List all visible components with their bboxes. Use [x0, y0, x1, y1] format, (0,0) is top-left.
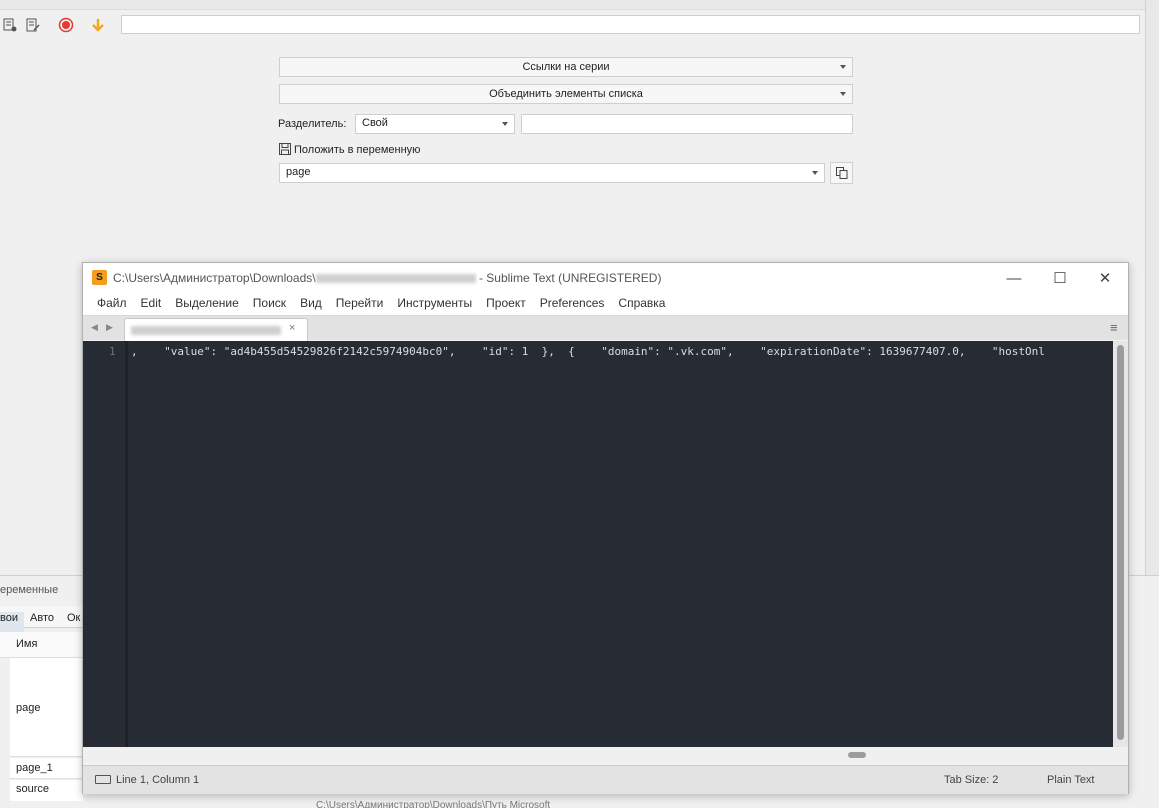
sublime-window: S C:\Users\Администратор\Downloads\ - Su…	[82, 262, 1129, 794]
row-name: page	[16, 702, 41, 714]
tab-auto[interactable]: Авто	[30, 612, 54, 624]
separator-custom-input[interactable]	[521, 114, 853, 134]
code-line: , "value": "ad4b455d54529826f2142c597490…	[131, 345, 1045, 358]
separator-label: Разделитель:	[278, 118, 347, 130]
line-gutter: 1	[83, 341, 128, 747]
tab-nav-right-icon[interactable]: ▶	[106, 322, 113, 333]
maximize-icon[interactable]: ☐	[1037, 263, 1083, 293]
tab-close-icon[interactable]: ×	[289, 322, 295, 334]
separator-select[interactable]: Свой	[355, 114, 515, 134]
tab-bar: ◀ ▶ × ≡	[83, 315, 1128, 341]
settings-list-icon[interactable]	[0, 15, 20, 35]
panel-title: еременные	[0, 584, 59, 596]
chevron-down-icon	[502, 122, 508, 126]
redacted-filename	[315, 274, 476, 284]
tab-mine[interactable]: вои	[0, 612, 24, 632]
file-tab[interactable]: ×	[124, 318, 308, 341]
record-icon[interactable]	[56, 15, 76, 35]
copy-icon	[835, 167, 847, 179]
panel-toggle-icon[interactable]	[95, 775, 111, 784]
tab-size[interactable]: Tab Size: 2	[944, 774, 998, 786]
menu-view[interactable]: Вид	[293, 293, 329, 315]
merge-list-dropdown[interactable]: Объединить элементы списка	[279, 84, 853, 104]
save-icon[interactable]	[279, 143, 292, 156]
edit-list-icon[interactable]	[23, 15, 43, 35]
download-arrow-icon[interactable]	[88, 15, 108, 35]
menu-edit[interactable]: Edit	[134, 293, 169, 315]
close-icon[interactable]: ✕	[1082, 263, 1128, 293]
menu-selection[interactable]: Выделение	[168, 293, 246, 315]
menu-find[interactable]: Поиск	[246, 293, 293, 315]
tab-menu-icon[interactable]: ≡	[1110, 320, 1118, 335]
right-side-panel	[1145, 0, 1159, 575]
chevron-down-icon	[840, 92, 846, 96]
sublime-logo-icon: S	[92, 270, 107, 285]
redacted-tab-label	[131, 326, 281, 335]
row-name: page_1	[16, 762, 53, 774]
menu-help[interactable]: Справка	[611, 293, 672, 315]
title-bar: S C:\Users\Администратор\Downloads\ - Su…	[83, 263, 1128, 293]
table-header	[0, 632, 83, 658]
title-path: C:\Users\Администратор\Downloads\	[113, 271, 316, 285]
menu-file[interactable]: Файл	[90, 293, 134, 315]
tab-ok[interactable]: Ок	[67, 612, 80, 624]
row-name: source	[16, 783, 50, 795]
horizontal-scrollbar[interactable]	[83, 747, 1128, 762]
menu-tools[interactable]: Инструменты	[390, 293, 479, 315]
tab-nav-left-icon[interactable]: ◀	[91, 322, 98, 333]
chevron-down-icon	[812, 171, 818, 175]
dropdown-label: Ссылки на серии	[522, 61, 610, 73]
variable-value: page	[286, 166, 311, 178]
menu-goto[interactable]: Перейти	[329, 293, 391, 315]
app-top-strip	[0, 0, 1159, 10]
title-app: - Sublime Text (UNREGISTERED)	[475, 271, 662, 285]
cursor-position: Line 1, Column 1	[116, 774, 200, 786]
editor-area[interactable]: 1 , "value": "ad4b455d54529826f2142c5974…	[83, 341, 1113, 747]
horizontal-scroll-thumb[interactable]	[848, 752, 866, 758]
copy-button[interactable]	[830, 162, 853, 184]
line-number: 1	[109, 345, 116, 358]
column-name-header: Имя	[16, 638, 38, 650]
series-links-dropdown[interactable]: Ссылки на серии	[279, 57, 853, 77]
save-to-variable-label: Положить в переменную	[294, 144, 421, 156]
menu-preferences[interactable]: Preferences	[533, 293, 612, 315]
menu-project[interactable]: Проект	[479, 293, 533, 315]
dropdown-label: Объединить элементы списка	[489, 88, 643, 100]
vertical-scrollbar[interactable]	[1113, 341, 1128, 747]
status-bar: Line 1, Column 1 Tab Size: 2 Plain Text	[83, 765, 1128, 794]
variable-select[interactable]: page	[279, 163, 825, 183]
menu-bar: Файл Edit Выделение Поиск Вид Перейти Ин…	[83, 293, 1128, 315]
separator-value: Свой	[362, 117, 388, 129]
vertical-scroll-thumb[interactable]	[1117, 345, 1124, 740]
address-input[interactable]	[121, 15, 1140, 34]
syntax-mode[interactable]: Plain Text	[1047, 774, 1095, 786]
minimize-icon[interactable]: —	[991, 263, 1037, 293]
chevron-down-icon	[840, 65, 846, 69]
window-title: C:\Users\Администратор\Downloads\ - Subl…	[113, 271, 661, 285]
